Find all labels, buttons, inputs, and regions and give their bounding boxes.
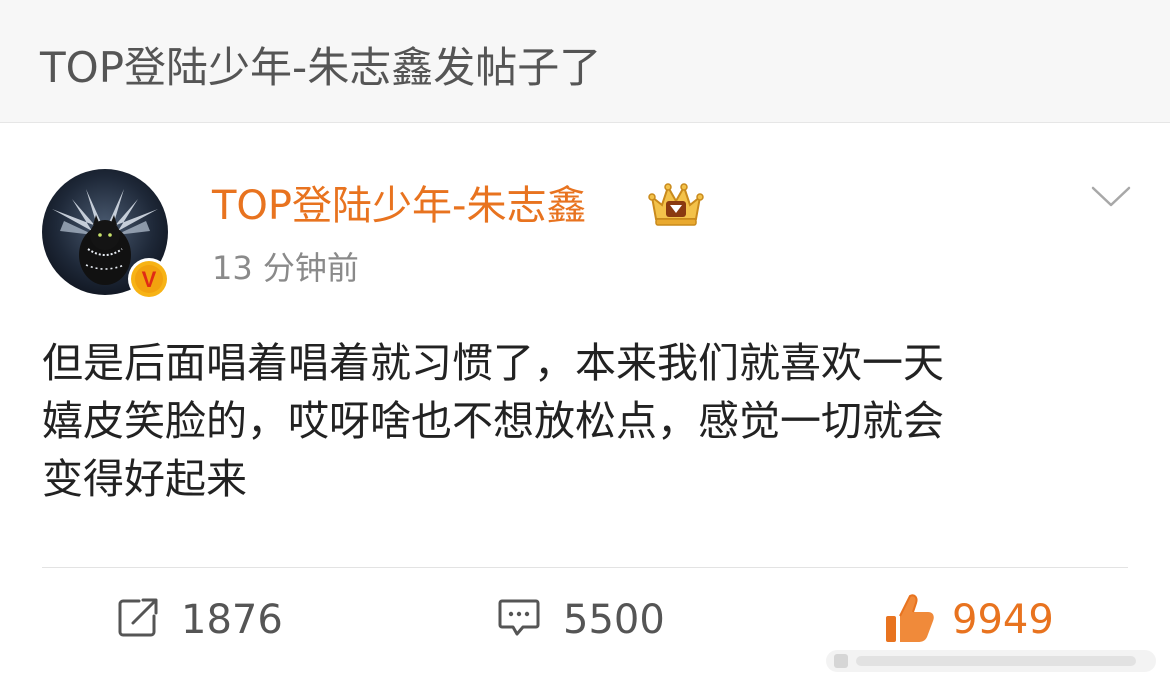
share-icon	[117, 597, 159, 643]
author-name[interactable]: TOP登陆少年-朱志鑫	[212, 180, 586, 232]
thumbs-up-icon	[882, 590, 938, 650]
post-text-line: 但是后面唱着唱着就习惯了，本来我们就喜欢一天	[42, 339, 944, 387]
verified-v-badge-icon: V	[127, 257, 171, 301]
repost-count: 1876	[181, 597, 283, 643]
post-text-line: 变得好起来	[42, 455, 247, 503]
page-title: TOP登陆少年-朱志鑫发帖子了	[40, 43, 602, 92]
comment-icon	[497, 597, 541, 643]
chevron-down-icon[interactable]	[1090, 184, 1132, 210]
page-header: TOP登陆少年-朱志鑫发帖子了	[0, 0, 1170, 123]
divider	[42, 567, 1128, 568]
watermark	[826, 646, 1156, 676]
post-text-line: 嬉皮笑脸的，哎呀啥也不想放松点，感觉一切就会	[42, 397, 944, 445]
weibo-post-page: TOP登陆少年-朱志鑫发帖子了 V TOP登陆少年-朱志鑫 13 分钟前 但是后…	[0, 0, 1170, 682]
like-button[interactable]: 9949	[882, 590, 1054, 650]
post-timestamp: 13 分钟前	[212, 249, 359, 287]
post-body: 但是后面唱着唱着就习惯了，本来我们就喜欢一天 嬉皮笑脸的，哎呀啥也不想放松点，感…	[42, 334, 1132, 508]
repost-button[interactable]: 1876	[117, 590, 283, 650]
comment-button[interactable]: 5500	[497, 590, 665, 650]
crown-vip-icon	[648, 181, 704, 227]
svg-text:V: V	[142, 267, 157, 292]
like-count: 9949	[952, 597, 1054, 643]
comment-count: 5500	[563, 597, 665, 643]
